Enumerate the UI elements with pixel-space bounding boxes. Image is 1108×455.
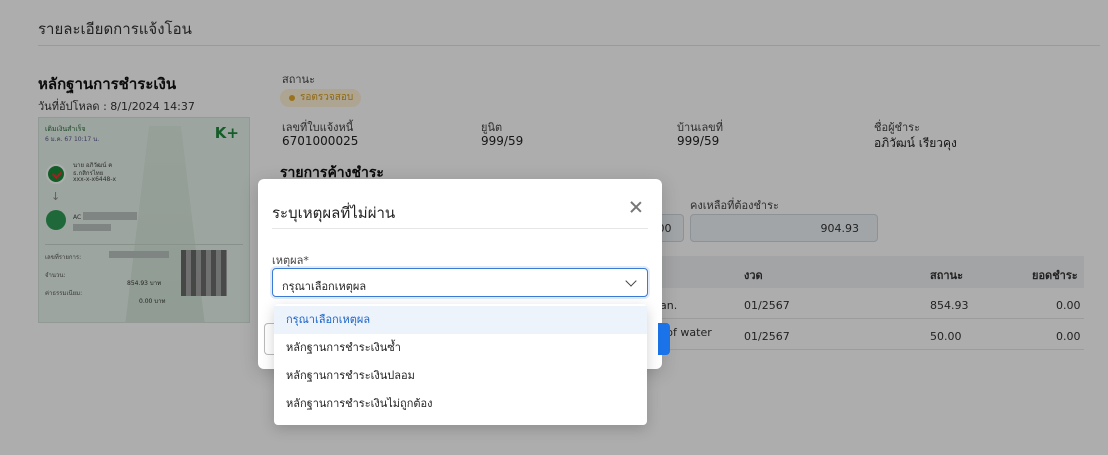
reason-field-label: เหตุผล*	[272, 254, 309, 267]
reason-dropdown-menu: กรุณาเลือกเหตุผล หลักฐานการชำระเงินซ้ำ ห…	[274, 304, 647, 425]
close-icon[interactable]	[628, 199, 644, 215]
reason-option[interactable]: หลักฐานการชำระเงินปลอม	[274, 362, 647, 390]
reason-select-value: กรุณาเลือกเหตุผล	[282, 280, 367, 293]
modal-divider	[272, 228, 648, 229]
reason-option[interactable]: หลักฐานการชำระเงินซ้ำ	[274, 334, 647, 362]
chevron-down-icon	[625, 275, 637, 287]
reason-select[interactable]: กรุณาเลือกเหตุผล	[272, 268, 648, 297]
modal-title: ระบุเหตุผลที่ไม่ผ่าน	[272, 204, 396, 222]
reason-option[interactable]: กรุณาเลือกเหตุผล	[274, 306, 647, 334]
cancel-button[interactable]	[264, 323, 274, 355]
reason-option[interactable]: หลักฐานการชำระเงินไม่ถูกต้อง	[274, 390, 647, 418]
confirm-button[interactable]	[658, 323, 670, 355]
